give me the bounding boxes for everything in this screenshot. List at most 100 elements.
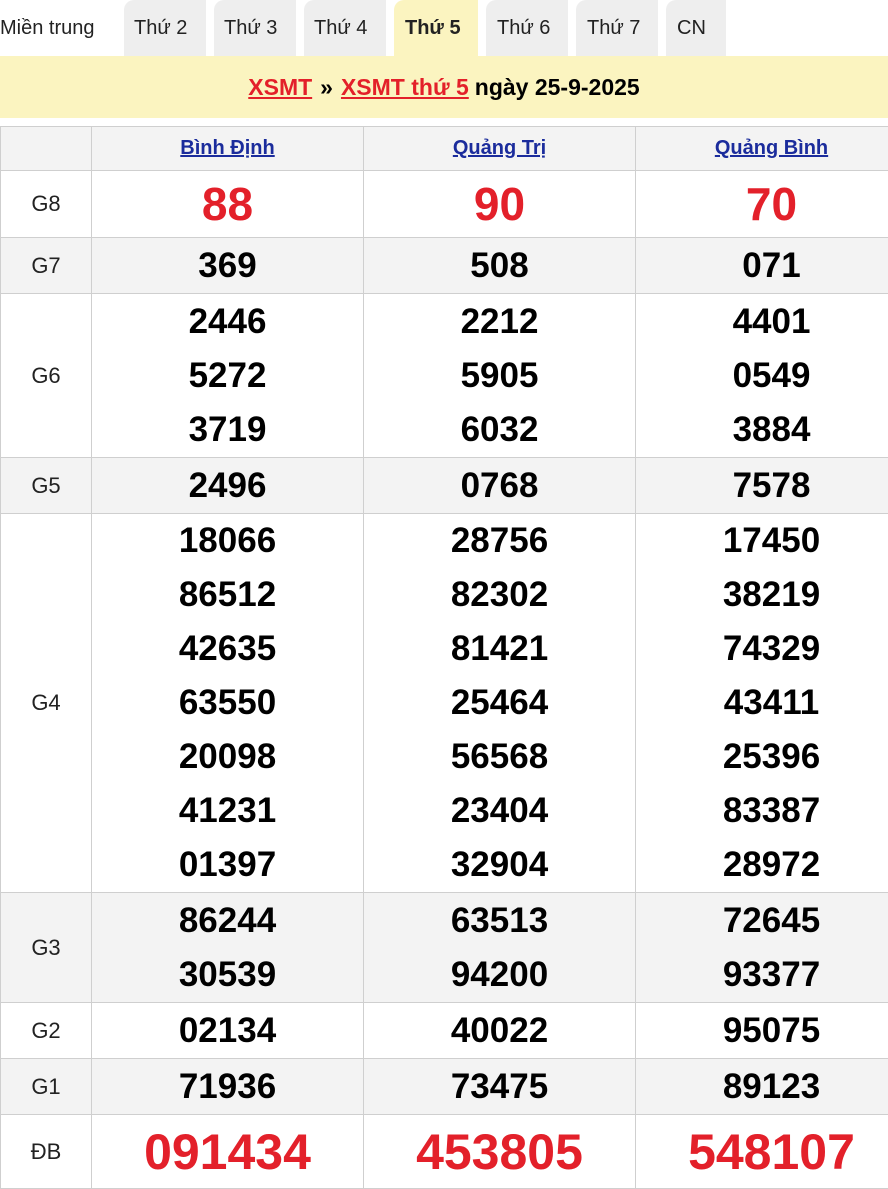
prize-cell: 2496 bbox=[92, 458, 364, 514]
prize-number: 5905 bbox=[364, 349, 635, 403]
prize-cell: 244652723719 bbox=[92, 294, 364, 458]
prize-number: 0768 bbox=[364, 459, 635, 513]
tab-thu-6[interactable]: Thứ 6 bbox=[497, 0, 550, 56]
prize-number: 17450 bbox=[636, 514, 888, 568]
prize-cell: 369 bbox=[92, 238, 364, 294]
prize-number: 81421 bbox=[364, 622, 635, 676]
tab-label: Thứ 6 bbox=[497, 17, 550, 40]
prize-number: 88 bbox=[92, 171, 363, 237]
prize-number: 40022 bbox=[364, 1004, 635, 1058]
prize-cell: 091434 bbox=[92, 1115, 364, 1189]
prize-row: G418066865124263563550200984123101397287… bbox=[1, 514, 888, 893]
prize-number: 86244 bbox=[92, 894, 363, 948]
prize-number: 4401 bbox=[636, 295, 888, 349]
prize-number: 28756 bbox=[364, 514, 635, 568]
prize-number: 86512 bbox=[92, 568, 363, 622]
province-link-quang-binh[interactable]: Quảng Bình bbox=[715, 137, 828, 159]
prize-cell: 071 bbox=[636, 238, 888, 294]
prize-number: 74329 bbox=[636, 622, 888, 676]
prize-cell: 95075 bbox=[636, 1003, 888, 1059]
prize-row: G1719367347589123 bbox=[1, 1059, 888, 1115]
prize-cell: 90 bbox=[364, 171, 636, 238]
prize-number: 56568 bbox=[364, 730, 635, 784]
prize-row: G2021344002295075 bbox=[1, 1003, 888, 1059]
prize-label: G8 bbox=[1, 171, 92, 238]
prize-cell: 440105493884 bbox=[636, 294, 888, 458]
prize-cell: 0768 bbox=[364, 458, 636, 514]
prize-cell: 7578 bbox=[636, 458, 888, 514]
prize-label: G5 bbox=[1, 458, 92, 514]
prize-number: 63513 bbox=[364, 894, 635, 948]
prize-number: 95075 bbox=[636, 1004, 888, 1058]
breadcrumb-separator: » bbox=[320, 74, 333, 101]
prize-cell: 508 bbox=[364, 238, 636, 294]
prize-label: ĐB bbox=[1, 1115, 92, 1189]
tab-label: Thứ 2 bbox=[134, 17, 187, 40]
prize-cell: 548107 bbox=[636, 1115, 888, 1189]
tab-label: Thứ 7 bbox=[587, 17, 640, 40]
xsmt-link[interactable]: XSMT bbox=[248, 74, 312, 101]
province-link-binh-dinh[interactable]: Bình Định bbox=[180, 137, 274, 159]
prize-number: 90 bbox=[364, 171, 635, 237]
tab-label: Thứ 4 bbox=[314, 17, 367, 40]
prize-label: G3 bbox=[1, 893, 92, 1003]
prize-number: 93377 bbox=[636, 948, 888, 1002]
prize-number: 071 bbox=[636, 239, 888, 293]
prize-row: ĐB091434453805548107 bbox=[1, 1115, 888, 1189]
prize-row: G6244652723719221259056032440105493884 bbox=[1, 294, 888, 458]
prize-number: 89123 bbox=[636, 1060, 888, 1114]
prize-row: G7369508071 bbox=[1, 238, 888, 294]
prize-cell: 73475 bbox=[364, 1059, 636, 1115]
tab-thu-5[interactable]: Thứ 5 bbox=[405, 0, 461, 56]
title-banner: XSMT » XSMT thứ 5 ngày 25-9-2025 bbox=[0, 56, 888, 118]
prize-cell: 89123 bbox=[636, 1059, 888, 1115]
prize-row: G8889070 bbox=[1, 171, 888, 238]
prize-number: 41231 bbox=[92, 784, 363, 838]
header-empty-cell bbox=[1, 127, 92, 171]
prize-label: G1 bbox=[1, 1059, 92, 1115]
prize-number: 83387 bbox=[636, 784, 888, 838]
prize-cell: 7264593377 bbox=[636, 893, 888, 1003]
tab-mien-trung[interactable]: Miền trung bbox=[0, 0, 95, 56]
prize-number: 01397 bbox=[92, 838, 363, 892]
prize-number: 2446 bbox=[92, 295, 363, 349]
prize-cell: 71936 bbox=[92, 1059, 364, 1115]
prize-cell: 17450382197432943411253968338728972 bbox=[636, 514, 888, 893]
prize-number: 7578 bbox=[636, 459, 888, 513]
prize-number: 43411 bbox=[636, 676, 888, 730]
prize-label: G6 bbox=[1, 294, 92, 458]
prize-cell: 18066865124263563550200984123101397 bbox=[92, 514, 364, 893]
draw-date: ngày 25-9-2025 bbox=[475, 74, 640, 101]
tab-thu-3[interactable]: Thứ 3 bbox=[224, 0, 277, 56]
prize-number: 2212 bbox=[364, 295, 635, 349]
tab-label: Miền trung bbox=[0, 17, 95, 40]
prize-cell: 221259056032 bbox=[364, 294, 636, 458]
xsmt-thu-5-link[interactable]: XSMT thứ 5 bbox=[341, 74, 469, 101]
province-header: Quảng Bình bbox=[636, 127, 888, 171]
tab-thu-4[interactable]: Thứ 4 bbox=[314, 0, 367, 56]
prize-number: 25396 bbox=[636, 730, 888, 784]
prize-number: 72645 bbox=[636, 894, 888, 948]
prize-number: 25464 bbox=[364, 676, 635, 730]
prize-row: G5249607687578 bbox=[1, 458, 888, 514]
province-header: Quảng Trị bbox=[364, 127, 636, 171]
prize-label: G2 bbox=[1, 1003, 92, 1059]
prize-number: 73475 bbox=[364, 1060, 635, 1114]
table-header-row: Bình Định Quảng Trị Quảng Bình bbox=[1, 127, 888, 171]
prize-number: 091434 bbox=[92, 1117, 363, 1187]
prize-label: G7 bbox=[1, 238, 92, 294]
tab-thu-7[interactable]: Thứ 7 bbox=[587, 0, 640, 56]
prize-number: 63550 bbox=[92, 676, 363, 730]
tab-thu-2[interactable]: Thứ 2 bbox=[134, 0, 187, 56]
tab-cn[interactable]: CN bbox=[677, 0, 706, 56]
prize-cell: 8624430539 bbox=[92, 893, 364, 1003]
prize-number: 6032 bbox=[364, 403, 635, 457]
province-link-quang-tri[interactable]: Quảng Trị bbox=[453, 137, 546, 159]
tab-label: Thứ 3 bbox=[224, 17, 277, 40]
prize-cell: 02134 bbox=[92, 1003, 364, 1059]
prize-number: 18066 bbox=[92, 514, 363, 568]
results-table-wrapper: Bình Định Quảng Trị Quảng Bình G8889070G… bbox=[0, 126, 888, 1189]
prize-number: 0549 bbox=[636, 349, 888, 403]
prize-number: 508 bbox=[364, 239, 635, 293]
prize-cell: 70 bbox=[636, 171, 888, 238]
